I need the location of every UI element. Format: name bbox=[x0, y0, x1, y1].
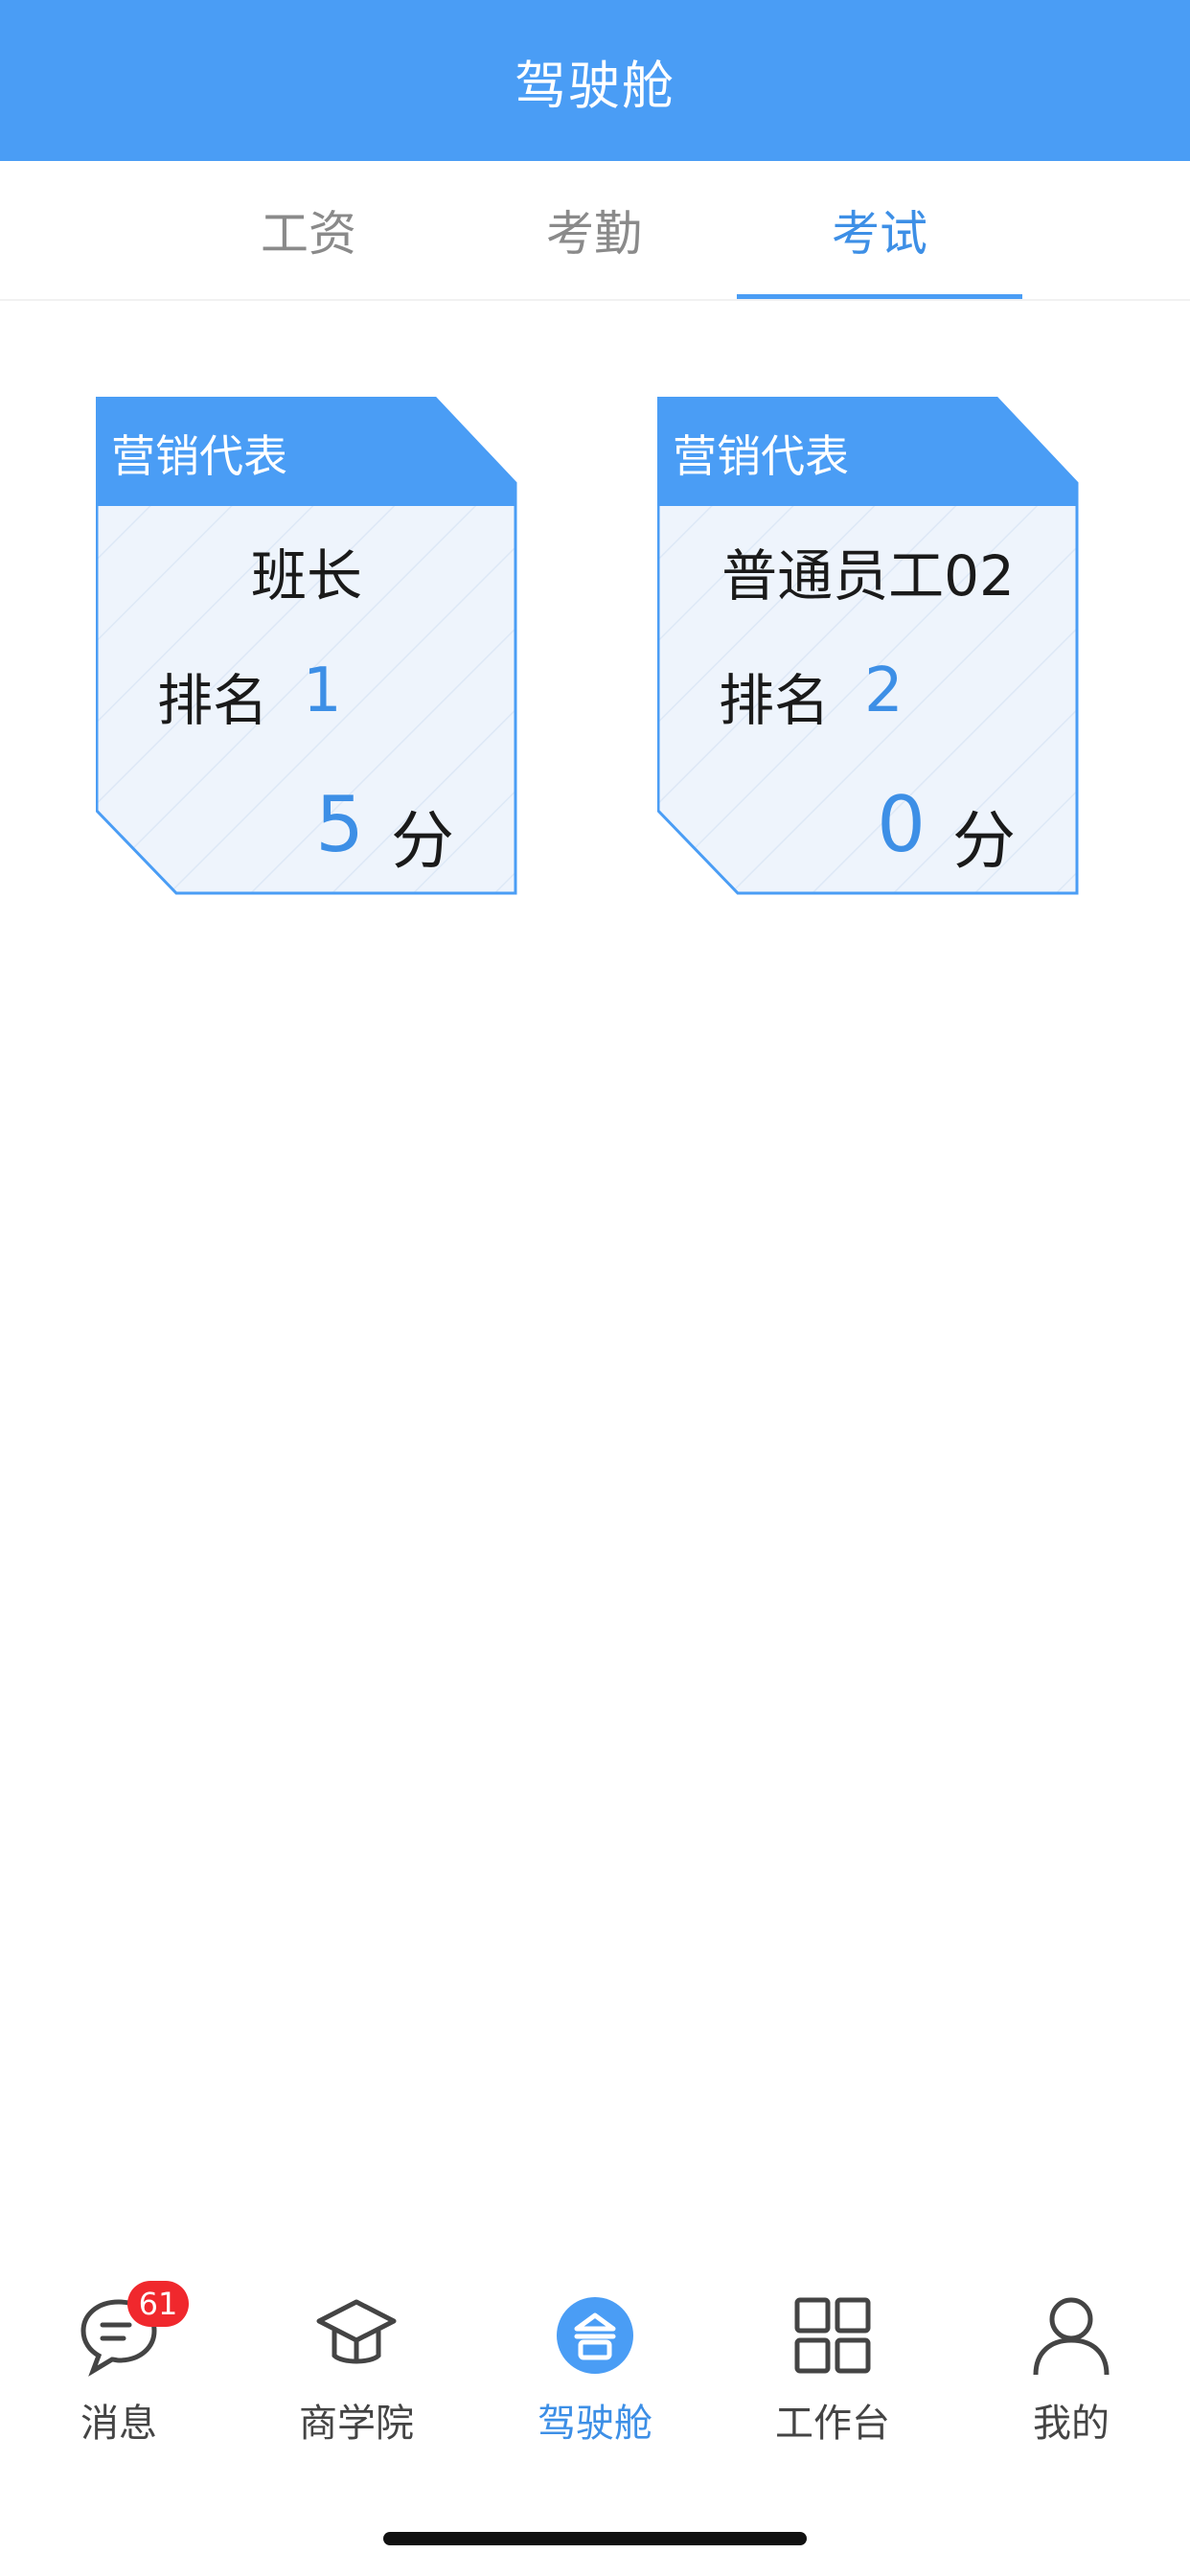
cockpit-icon bbox=[552, 2292, 638, 2379]
nav-label: 驾驶舱 bbox=[538, 2402, 652, 2446]
card-employee-name: 班长 bbox=[250, 543, 362, 609]
page-title: 驾驶舱 bbox=[515, 55, 675, 116]
nav-label: 我的 bbox=[1033, 2402, 1110, 2446]
nav-academy[interactable]: 商学院 bbox=[238, 2262, 475, 2453]
rank-label: 排名 bbox=[719, 668, 831, 733]
grid-icon bbox=[790, 2292, 876, 2379]
card-department: 营销代表 bbox=[673, 430, 849, 482]
nav-profile[interactable]: 我的 bbox=[952, 2262, 1190, 2453]
tab-salary[interactable]: 工资 bbox=[166, 161, 451, 299]
nav-cockpit[interactable]: 驾驶舱 bbox=[476, 2262, 714, 2453]
home-indicator[interactable] bbox=[383, 2532, 807, 2545]
nav-workbench[interactable]: 工作台 bbox=[714, 2262, 951, 2453]
bottom-nav: 61 消息 商学院 驾驶舱 工作台 我的 bbox=[0, 2262, 1190, 2453]
graduation-cap-icon bbox=[313, 2292, 400, 2379]
rank-label: 排名 bbox=[157, 668, 269, 733]
card-employee-name: 普通员工02 bbox=[721, 543, 1015, 609]
score-value: 0 bbox=[877, 780, 926, 869]
unread-badge: 61 bbox=[127, 2281, 189, 2327]
top-bar: 驾驶舱 bbox=[0, 0, 1190, 161]
rank-value: 1 bbox=[303, 656, 342, 726]
card-department: 营销代表 bbox=[111, 430, 287, 482]
score-card[interactable]: 营销代表 普通员工02 排名 2 0 分 bbox=[657, 397, 1079, 895]
score-card[interactable]: 营销代表 班长 排名 1 5 分 bbox=[96, 397, 517, 895]
chat-bubble-icon: 61 bbox=[76, 2281, 189, 2379]
tab-bar: 工资 考勤 考试 bbox=[0, 161, 1190, 301]
rank-value: 2 bbox=[864, 656, 904, 726]
person-icon bbox=[1028, 2292, 1114, 2379]
nav-label: 工作台 bbox=[775, 2402, 890, 2446]
nav-messages[interactable]: 61 消息 bbox=[0, 2262, 238, 2453]
tab-attendance[interactable]: 考勤 bbox=[451, 161, 737, 299]
nav-label: 消息 bbox=[80, 2402, 157, 2446]
score-unit: 分 bbox=[391, 804, 454, 878]
tab-exam[interactable]: 考试 bbox=[737, 161, 1022, 299]
nav-label: 商学院 bbox=[299, 2402, 414, 2446]
score-value: 5 bbox=[315, 780, 364, 869]
score-unit: 分 bbox=[952, 804, 1016, 878]
